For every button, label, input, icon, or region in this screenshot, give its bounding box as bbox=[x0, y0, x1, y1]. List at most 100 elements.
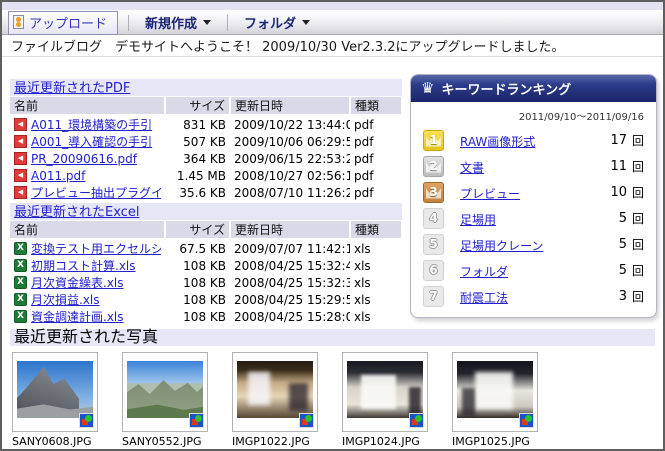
excel-file-icon: X bbox=[14, 242, 27, 255]
table-row: X 月次損益.xls 108 KB 2008/04/25 15:29:53 xls bbox=[10, 291, 402, 308]
photo-image bbox=[17, 361, 93, 418]
file-name-link[interactable]: A011.pdf bbox=[31, 169, 85, 183]
pdf-file-icon: ◀ bbox=[14, 118, 27, 131]
keyword-count: 17 bbox=[610, 132, 627, 148]
keyword-link[interactable]: 文書 bbox=[460, 161, 484, 175]
keyword-count-unit: 回 bbox=[631, 237, 644, 252]
photo-image bbox=[127, 361, 203, 418]
table-row: ◀ A011.pdf 1.45 MB 2008/10/27 02:56:18 pd… bbox=[10, 167, 402, 184]
chevron-down-icon bbox=[302, 20, 311, 25]
keyword-count: 5 bbox=[618, 262, 627, 278]
keyword-ranking-title: キーワードランキング bbox=[441, 83, 572, 98]
ranking-item: 7 耐震工法 3 回 bbox=[423, 283, 644, 309]
keyword-link[interactable]: 足場用クレーン bbox=[460, 239, 543, 253]
table-row: ◀ A001_導入確認の手引 507 KB 2009/10/06 06:29:52… bbox=[10, 133, 402, 150]
rank-badge: 4 bbox=[423, 207, 444, 229]
column-header-size: サイズ bbox=[165, 221, 231, 240]
photo-thumbnail[interactable] bbox=[232, 352, 318, 432]
file-type: pdf bbox=[354, 134, 374, 149]
rank-badge: 7 bbox=[423, 285, 444, 307]
crown-icon: ♛ bbox=[421, 79, 435, 97]
photo-filename: IMGP1025.JPG bbox=[452, 435, 530, 448]
excel-file-icon: X bbox=[14, 276, 27, 289]
file-size: 35.6 KB bbox=[179, 185, 226, 200]
file-date: 2009/07/07 11:42:17 bbox=[234, 241, 350, 256]
ranking-period: 2011/09/10～2011/09/16 bbox=[518, 112, 644, 123]
excel-section-title-link[interactable]: 最近更新されたExcel bbox=[14, 205, 139, 220]
file-name-link[interactable]: A001_導入確認の手引 bbox=[31, 133, 152, 150]
pdf-section-title-link[interactable]: 最近更新されたPDF bbox=[14, 81, 130, 96]
upload-button-label: アップロード bbox=[29, 16, 108, 32]
file-size: 67.5 KB bbox=[179, 241, 226, 256]
photos-section-header: 最近更新された写真 bbox=[10, 329, 655, 346]
keyword-link[interactable]: 足場用 bbox=[460, 213, 496, 227]
photo-thumbnail[interactable] bbox=[122, 352, 208, 432]
file-name-link[interactable]: プレビュー抽出プラグイ bbox=[31, 184, 161, 201]
keyword-count: 10 bbox=[610, 184, 627, 200]
excel-file-table: 名前 サイズ 更新日時 種類 X 変換テスト用エクセルシ 67.5 KB 2009… bbox=[10, 221, 403, 325]
image-type-icon bbox=[189, 413, 204, 428]
photos-section-title-link[interactable]: 最近更新された写真 bbox=[14, 327, 158, 346]
toolbar-separator bbox=[128, 14, 130, 31]
photo-thumbnail[interactable] bbox=[452, 352, 538, 432]
photo-image bbox=[237, 361, 313, 418]
table-row: ◀ A011_環境構築の手引 831 KB 2009/10/22 13:44:04… bbox=[10, 115, 402, 133]
app-window: アップロード 新規作成 フォルダ ファイルブログ デモサイトへようこそ！ 200… bbox=[0, 0, 665, 451]
keyword-link[interactable]: フォルダ bbox=[460, 265, 508, 279]
file-date: 2009/10/22 13:44:04 bbox=[234, 117, 350, 132]
photo-item: IMGP1022.JPG bbox=[232, 352, 318, 448]
ranking-item: 1 RAW画像形式 17 回 bbox=[423, 127, 644, 153]
column-header-date: 更新日時 bbox=[230, 221, 351, 240]
table-header-row: 名前 サイズ 更新日時 種類 bbox=[10, 97, 403, 116]
pdf-file-icon: ◀ bbox=[14, 169, 27, 182]
file-size: 108 KB bbox=[183, 292, 226, 307]
table-header-row: 名前 サイズ 更新日時 種類 bbox=[10, 221, 403, 240]
photo-thumbnail[interactable] bbox=[342, 352, 428, 432]
table-row: ◀ PR_20090616.pdf 364 KB 2009/06/15 22:53… bbox=[10, 150, 402, 167]
keyword-count-unit: 回 bbox=[631, 185, 644, 200]
table-row: X 月次資金繰表.xls 108 KB 2008/04/25 15:32:34 x… bbox=[10, 274, 402, 291]
file-date: 2009/06/15 22:53:20 bbox=[234, 151, 350, 166]
file-date: 2008/04/25 15:28:06 bbox=[234, 309, 350, 324]
keyword-link[interactable]: プレビュー bbox=[460, 187, 520, 201]
keyword-count-unit: 回 bbox=[631, 263, 644, 278]
image-type-icon bbox=[519, 413, 534, 428]
rank-badge: 5 bbox=[423, 233, 444, 255]
folder-menu-label: フォルダ bbox=[244, 17, 297, 32]
ranking-item: 2 文書 11 回 bbox=[423, 153, 644, 179]
file-name-link[interactable]: 変換テスト用エクセルシ bbox=[31, 240, 161, 257]
file-name-link[interactable]: 月次損益.xls bbox=[31, 291, 100, 308]
photo-item: SANY0552.JPG bbox=[122, 352, 208, 448]
folder-menu-button[interactable]: フォルダ bbox=[238, 11, 316, 34]
ranking-list: 1 RAW画像形式 17 回 2 文書 11 回 3 プレビュー 10 回 4 … bbox=[411, 125, 656, 317]
column-header-date: 更新日時 bbox=[230, 97, 351, 116]
upload-button[interactable]: アップロード bbox=[8, 10, 119, 35]
photo-thumbnail[interactable] bbox=[12, 352, 98, 432]
file-name-link[interactable]: PR_20090616.pdf bbox=[31, 152, 137, 166]
file-type: xls bbox=[354, 241, 371, 256]
keyword-ranking-header: ♛ キーワードランキング bbox=[411, 75, 656, 102]
file-date: 2008/07/10 11:26:23 bbox=[234, 185, 350, 200]
image-type-icon bbox=[79, 413, 94, 428]
file-type: pdf bbox=[354, 168, 374, 183]
file-name-link[interactable]: 月次資金繰表.xls bbox=[31, 274, 124, 291]
file-date: 2008/04/25 15:32:34 bbox=[234, 275, 350, 290]
column-header-name: 名前 bbox=[10, 97, 166, 116]
rank-badge: 3 bbox=[423, 181, 444, 203]
table-row: X 変換テスト用エクセルシ 67.5 KB 2009/07/07 11:42:17… bbox=[10, 239, 402, 257]
keyword-count-unit: 回 bbox=[631, 159, 644, 174]
file-name-link[interactable]: 資金調達計画.xls bbox=[31, 308, 124, 325]
file-name-link[interactable]: A011_環境構築の手引 bbox=[31, 116, 152, 133]
keyword-count-unit: 回 bbox=[631, 133, 644, 148]
chevron-down-icon bbox=[203, 20, 212, 25]
pdf-file-icon: ◀ bbox=[14, 152, 27, 165]
file-size: 831 KB bbox=[183, 117, 226, 132]
photo-filename: SANY0552.JPG bbox=[122, 435, 202, 448]
pdf-file-table: 名前 サイズ 更新日時 種類 ◀ A011_環境構築の手引 831 KB 2009… bbox=[10, 97, 403, 201]
keyword-link[interactable]: RAW画像形式 bbox=[460, 135, 535, 149]
file-name-link[interactable]: 初期コスト計算.xls bbox=[31, 257, 136, 274]
keyword-link[interactable]: 耐震工法 bbox=[460, 291, 508, 305]
new-menu-button[interactable]: 新規作成 bbox=[139, 11, 217, 34]
pdf-section-header: 最近更新されたPDF bbox=[10, 79, 402, 96]
image-type-icon bbox=[409, 413, 424, 428]
